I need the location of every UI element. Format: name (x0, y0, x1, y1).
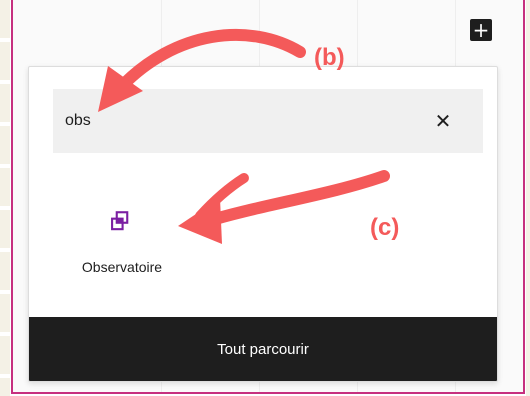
arrow-b (114, 29, 306, 94)
annotation-label-b: (b) (314, 44, 345, 71)
annotation-arrows (98, 29, 390, 244)
annotation-label-c: (c) (370, 214, 400, 241)
